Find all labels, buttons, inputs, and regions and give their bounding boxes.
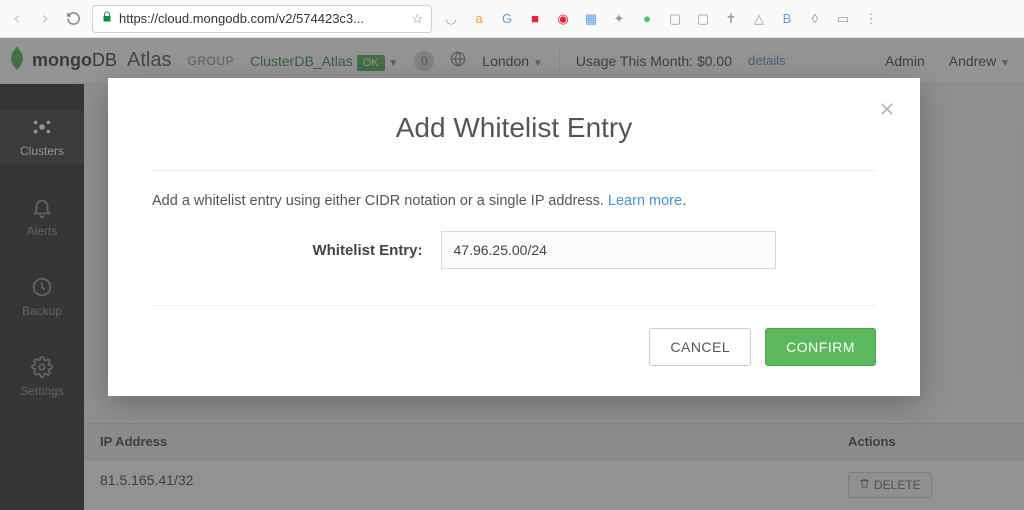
lastpass-icon[interactable]: ■ (526, 10, 544, 28)
ext-icon-2[interactable]: ▢ (694, 10, 712, 28)
cast-icon[interactable]: ▭ (834, 10, 852, 28)
add-whitelist-modal: Add Whitelist Entry Add a whitelist entr… (108, 78, 920, 396)
close-button[interactable] (878, 98, 896, 124)
ext-icon-6[interactable]: ◊ (806, 10, 824, 28)
nav-back-button[interactable] (8, 10, 26, 28)
bookmark-star-icon[interactable]: ☆ (411, 11, 423, 27)
whitelist-form-row: Whitelist Entry: (152, 231, 876, 269)
confirm-button[interactable]: CONFIRM (765, 328, 876, 366)
evernote-icon[interactable]: ✦ (610, 10, 628, 28)
nav-reload-button[interactable] (64, 10, 82, 28)
divider (152, 170, 876, 171)
chat-icon[interactable]: ● (638, 10, 656, 28)
lock-icon (101, 11, 113, 26)
ext-icon-5[interactable]: B (778, 10, 796, 28)
nav-forward-button[interactable] (36, 10, 54, 28)
url-text: https://cloud.mongodb.com/v2/574423c3... (119, 11, 364, 26)
browser-extensions: ◡ a G ■ ◉ ▦ ✦ ● ▢ ▢ ✝ △ B ◊ ▭ ⋮ (442, 10, 880, 28)
whitelist-entry-label: Whitelist Entry: (253, 242, 423, 259)
google-translate-icon[interactable]: G (498, 10, 516, 28)
learn-more-link[interactable]: Learn more (608, 193, 682, 209)
ext-icon-4[interactable]: △ (750, 10, 768, 28)
browser-chrome-bar: https://cloud.mongodb.com/v2/574423c3...… (0, 0, 1024, 38)
cancel-button[interactable]: CANCEL (649, 328, 751, 366)
adblock-icon[interactable]: ◉ (554, 10, 572, 28)
whitelist-entry-input[interactable] (441, 231, 776, 269)
pocket-icon[interactable]: ◡ (442, 10, 460, 28)
url-omnibox[interactable]: https://cloud.mongodb.com/v2/574423c3...… (92, 5, 432, 33)
amazon-icon[interactable]: a (470, 10, 488, 28)
modal-actions: CANCEL CONFIRM (152, 305, 876, 366)
calendar-icon[interactable]: ▦ (582, 10, 600, 28)
modal-description: Add a whitelist entry using either CIDR … (152, 193, 876, 209)
chrome-menu-icon[interactable]: ⋮ (862, 10, 880, 28)
modal-title: Add Whitelist Entry (152, 112, 876, 144)
ext-icon-3[interactable]: ✝ (722, 10, 740, 28)
ext-icon-1[interactable]: ▢ (666, 10, 684, 28)
